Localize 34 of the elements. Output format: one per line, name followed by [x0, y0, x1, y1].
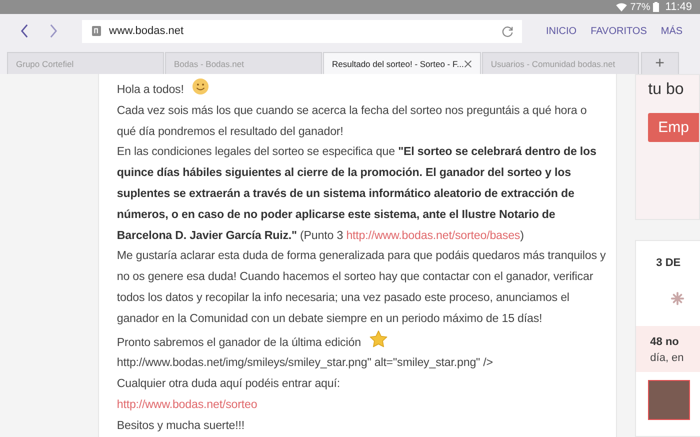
post-link[interactable]: http://www.bodas.net/sorteo — [116, 398, 258, 411]
new-tab-button[interactable]: + — [640, 52, 679, 74]
post-text: Cada vez sois más los que cuando se acerca la fecha del sorteo nos preguntáis a qué hora o qué día pondremos el resultado del ganador! — [116, 104, 587, 138]
battery-level: 77% — [630, 2, 650, 12]
flower-icon — [670, 291, 686, 306]
back-icon[interactable] — [20, 24, 29, 38]
post-link[interactable]: http://www.bodas.net/sorteo/bases — [346, 228, 520, 242]
battery-icon — [653, 2, 660, 12]
band-title: 48 no — [650, 336, 680, 348]
reload-icon[interactable] — [501, 24, 514, 38]
clock-time: 11:49 — [665, 1, 692, 13]
card-title: 3 DE — [655, 256, 682, 269]
post-text: http://www.bodas.net/img/smileys/smiley_star.png" alt="smiley_star.png" /> — [116, 356, 493, 370]
toolbar-link[interactable]: MÁS — [660, 26, 683, 36]
smiley-icon — [192, 78, 209, 95]
url-text: www.bodas.net — [109, 25, 185, 37]
star-icon — [368, 330, 388, 348]
wifi-icon — [616, 2, 628, 12]
toolbar-link[interactable]: INICIO — [546, 26, 577, 36]
browser-tab[interactable]: Resultado del sorteo! - Sorteo - F... — [323, 52, 481, 74]
post-text: Pronto sabremos el ganador de la última edición — [116, 336, 361, 349]
post-text: Besitos y mucha suerte!!! — [116, 418, 245, 432]
post-text: Hola a todos! — [116, 83, 184, 96]
post-text: Cualquier otra duda aquí podéis entrar aquí: — [116, 377, 340, 390]
photo-placeholder — [648, 380, 690, 420]
address-bar[interactable]: www.bodas.net — [82, 20, 522, 42]
banner-button[interactable]: Emp — [648, 113, 699, 142]
close-icon[interactable] — [464, 60, 472, 68]
site-icon — [92, 26, 101, 36]
post-paragraph: En las condiciones legales del sorteo se especifica que "El sorteo se celebrará dentro de los quince días hábiles siguientes al cierre de la promoción. El ganador del sorteo y los suplentes se extraerán a través de un sistema informático aleatorio de extracción de números, o en caso de no poder aplicarse este sistema, ante el Ilustre Notario de Barcelona D. Javier García Ruiz." (Punto 3 http://www.bodas.net/sorteo/bases) — [116, 144, 598, 244]
post-text: Me gustaría aclarar esta duda de forma generalizada para que podáis quedaros más tranquilos y no os genere esa duda! Cuando hacemos el sorteo hay que contactar con el ganador, verificar todos los datos y recopilar la info necesaria; una vez pasado este proceso, anunciamos el ganador en la Comunidad con un debate siempre en un periodo máximo de 15 días! — [116, 249, 606, 325]
banner-text: tu bo — [648, 81, 685, 99]
band-text: día, en — [650, 352, 685, 364]
toolbar-link[interactable]: FAVORITOS — [590, 26, 647, 36]
